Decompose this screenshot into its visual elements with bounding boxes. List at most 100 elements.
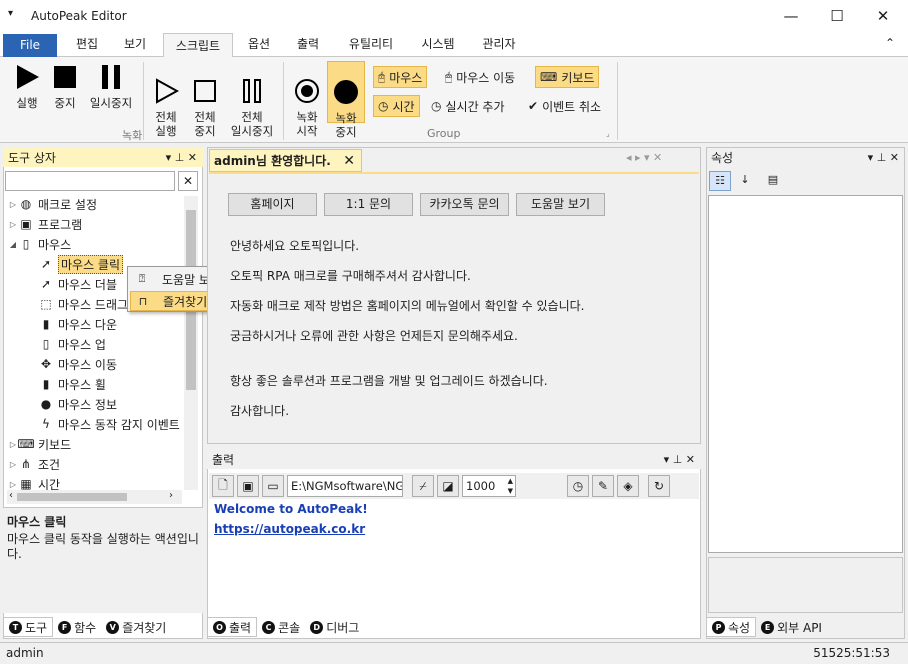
tab-debug[interactable]: D 디버그 [305, 617, 364, 637]
toolbox-bottom-tabs: T 도구 F 함수 V 즐겨찾기 [3, 615, 203, 639]
kakaotalk-button[interactable]: 카카오톡 문의 [420, 193, 509, 216]
save-icon[interactable]: ▣ [237, 475, 259, 497]
mouse-move-toggle[interactable]: 🖱 마우스 이동 [441, 66, 519, 88]
tree-item-label: 마우스 [38, 237, 72, 252]
sort-alpha-icon[interactable]: ↓ [734, 171, 756, 191]
tree-item-label: 마우스 다운 [58, 317, 118, 332]
eraser-icon[interactable]: ◪ [437, 475, 459, 497]
output-link[interactable]: https://autopeak.co.kr [214, 522, 365, 536]
panel-controls-icon[interactable]: ▾ ⊥ ✕ [664, 453, 695, 466]
tab-external-api[interactable]: E 외부 API [756, 617, 827, 637]
mouse-record-toggle[interactable]: 🖰 마우스 [373, 66, 428, 88]
paint-bucket-icon[interactable]: ◈ [617, 475, 639, 497]
tab-utility[interactable]: 유틸리티 [338, 32, 404, 57]
tree-item[interactable]: ▷ ▦ 시간 [7, 474, 183, 490]
tab-nav-icon[interactable]: ◂ ▸ ▾ ✕ [626, 151, 662, 164]
toolbox-header: 도구 상자 ▾ ⊥ ✕ [3, 147, 203, 167]
panel-controls-icon[interactable]: ▾ ⊥ ✕ [166, 151, 197, 164]
tree-item[interactable]: ϟ 마우스 동작 감지 이벤트 [7, 414, 183, 434]
tree-item[interactable]: ▮ 마우스 다운 [7, 314, 183, 334]
tab-favorites[interactable]: V 즐겨찾기 [101, 617, 171, 637]
tree-item[interactable]: ▷ ◍ 매크로 설정 [7, 194, 183, 214]
dialog-launcher-icon[interactable]: ⌟ [267, 129, 271, 138]
ribbon-tabs: File 편집 보기 스크립트 옵션 출력 유틸리티 시스템 관리자 ⌃ [0, 32, 908, 58]
property-grid[interactable] [708, 195, 903, 553]
pause-all-button[interactable]: 전체 일시중지 [226, 64, 278, 152]
mouse-move-icon: ✥ [40, 357, 52, 371]
tree-item[interactable]: ▷ ⋔ 조건 [7, 454, 183, 474]
run-all-button[interactable]: 전체 실행 [146, 64, 186, 152]
maximize-button[interactable]: ☐ [814, 0, 860, 32]
ribbon-separator [283, 62, 284, 140]
run-button[interactable]: 실행 [8, 64, 46, 110]
keyboard-icon: ⌨ [17, 437, 35, 451]
record-stop-button[interactable]: 녹화 중지 [327, 61, 365, 139]
tab-tools[interactable]: T 도구 [3, 617, 54, 637]
new-file-icon[interactable]: 🗋 [212, 475, 234, 497]
collapse-ribbon-icon[interactable]: ⌃ [885, 36, 895, 50]
inquiry-button[interactable]: 1:1 문의 [324, 193, 413, 216]
brush-icon[interactable]: ✎ [592, 475, 614, 497]
close-tab-icon[interactable]: ✕ [343, 153, 355, 169]
time-record-toggle[interactable]: ◷ 시간 [373, 95, 420, 117]
hscrollbar-thumb[interactable] [17, 493, 127, 501]
mouse-double-icon: ➚ [40, 277, 52, 291]
tab-script[interactable]: 스크립트 [163, 33, 233, 58]
number-stepper[interactable]: 1000 ▲ ▼ [462, 475, 516, 497]
tab-properties[interactable]: P 속성 [706, 617, 757, 637]
refresh-icon[interactable]: ↻ [648, 475, 670, 497]
tree-hscrollbar[interactable]: ‹ › [7, 490, 182, 504]
toolbox-search-input[interactable] [5, 171, 175, 191]
search-clear-button[interactable]: ✕ [178, 171, 198, 191]
tab-system[interactable]: 시스템 [412, 32, 464, 57]
expand-arrow-icon[interactable]: ◢ [7, 240, 19, 249]
close-button[interactable]: ✕ [860, 0, 906, 32]
minimize-button[interactable]: — [768, 0, 814, 32]
program-icon: ▣ [20, 217, 32, 231]
tab-functions[interactable]: F 함수 [53, 617, 101, 637]
tab-console[interactable]: C 콘솔 [257, 617, 305, 637]
keyboard-record-toggle[interactable]: ⌨ 키보드 [535, 66, 600, 88]
welcome-tab[interactable]: admin님 환영합니다. ✕ [209, 149, 362, 172]
tree-item[interactable]: ▯ 마우스 업 [7, 334, 183, 354]
broom-icon[interactable]: ⌿ [412, 475, 434, 497]
tree-item[interactable]: ◢ ▯ 마우스 [7, 234, 183, 254]
folder-icon[interactable]: ▭ [262, 475, 284, 497]
categorized-icon[interactable]: ☷ [709, 171, 731, 191]
group-record-label: 녹화 [122, 129, 143, 142]
stop-button[interactable]: 중지 [46, 64, 84, 110]
expand-arrow-icon[interactable]: ▷ [7, 220, 19, 229]
system-menu-icon[interactable]: ▾ [8, 8, 13, 19]
tree-item[interactable]: ▮ 마우스 휠 [7, 374, 183, 394]
tab-edit[interactable]: 편집 [66, 32, 108, 57]
event-cancel-button[interactable]: ✔ 이벤트 취소 [524, 95, 605, 117]
tab-admin[interactable]: 관리자 [472, 32, 526, 57]
help-button[interactable]: 도움말 보기 [516, 193, 605, 216]
panel-controls-icon[interactable]: ▾ ⊥ ✕ [868, 151, 899, 164]
dialog-launcher-icon[interactable]: ⌟ [606, 129, 610, 138]
expand-arrow-icon[interactable]: ▷ [7, 480, 19, 489]
expand-arrow-icon[interactable]: ▷ [7, 460, 19, 469]
property-pages-icon[interactable]: ▤ [762, 171, 784, 191]
tree-item[interactable]: ✥ 마우스 이동 [7, 354, 183, 374]
expand-arrow-icon[interactable]: ▷ [7, 200, 19, 209]
tab-output-pane[interactable]: O 출력 [207, 617, 258, 637]
tab-view[interactable]: 보기 [114, 32, 156, 57]
realtime-add-toggle[interactable]: ◷ 실시간 추가 [427, 95, 509, 117]
tree-item[interactable]: ● 마우스 정보 [7, 394, 183, 414]
tab-file[interactable]: File [3, 34, 57, 57]
stop-outline-icon [194, 80, 216, 102]
stop-all-button[interactable]: 전체 중지 [186, 64, 224, 152]
tree-scrollbar[interactable] [184, 196, 198, 490]
record-start-button[interactable]: 녹화 시작 [288, 64, 326, 152]
tab-options[interactable]: 옵션 [238, 32, 280, 57]
homepage-button[interactable]: 홈페이지 [228, 193, 317, 216]
app-title: AutoPeak Editor [31, 9, 127, 23]
pause-button[interactable]: 일시중지 [84, 64, 138, 110]
tree-item-label: 마우스 이동 [58, 357, 118, 372]
path-input[interactable]: E:\NGMsoftware\NG [287, 475, 403, 497]
tree-item[interactable]: ▷ ⌨ 키보드 [7, 434, 183, 454]
tree-item[interactable]: ▷ ▣ 프로그램 [7, 214, 183, 234]
tab-output[interactable]: 출력 [287, 32, 329, 57]
clock-icon[interactable]: ◷ [567, 475, 589, 497]
